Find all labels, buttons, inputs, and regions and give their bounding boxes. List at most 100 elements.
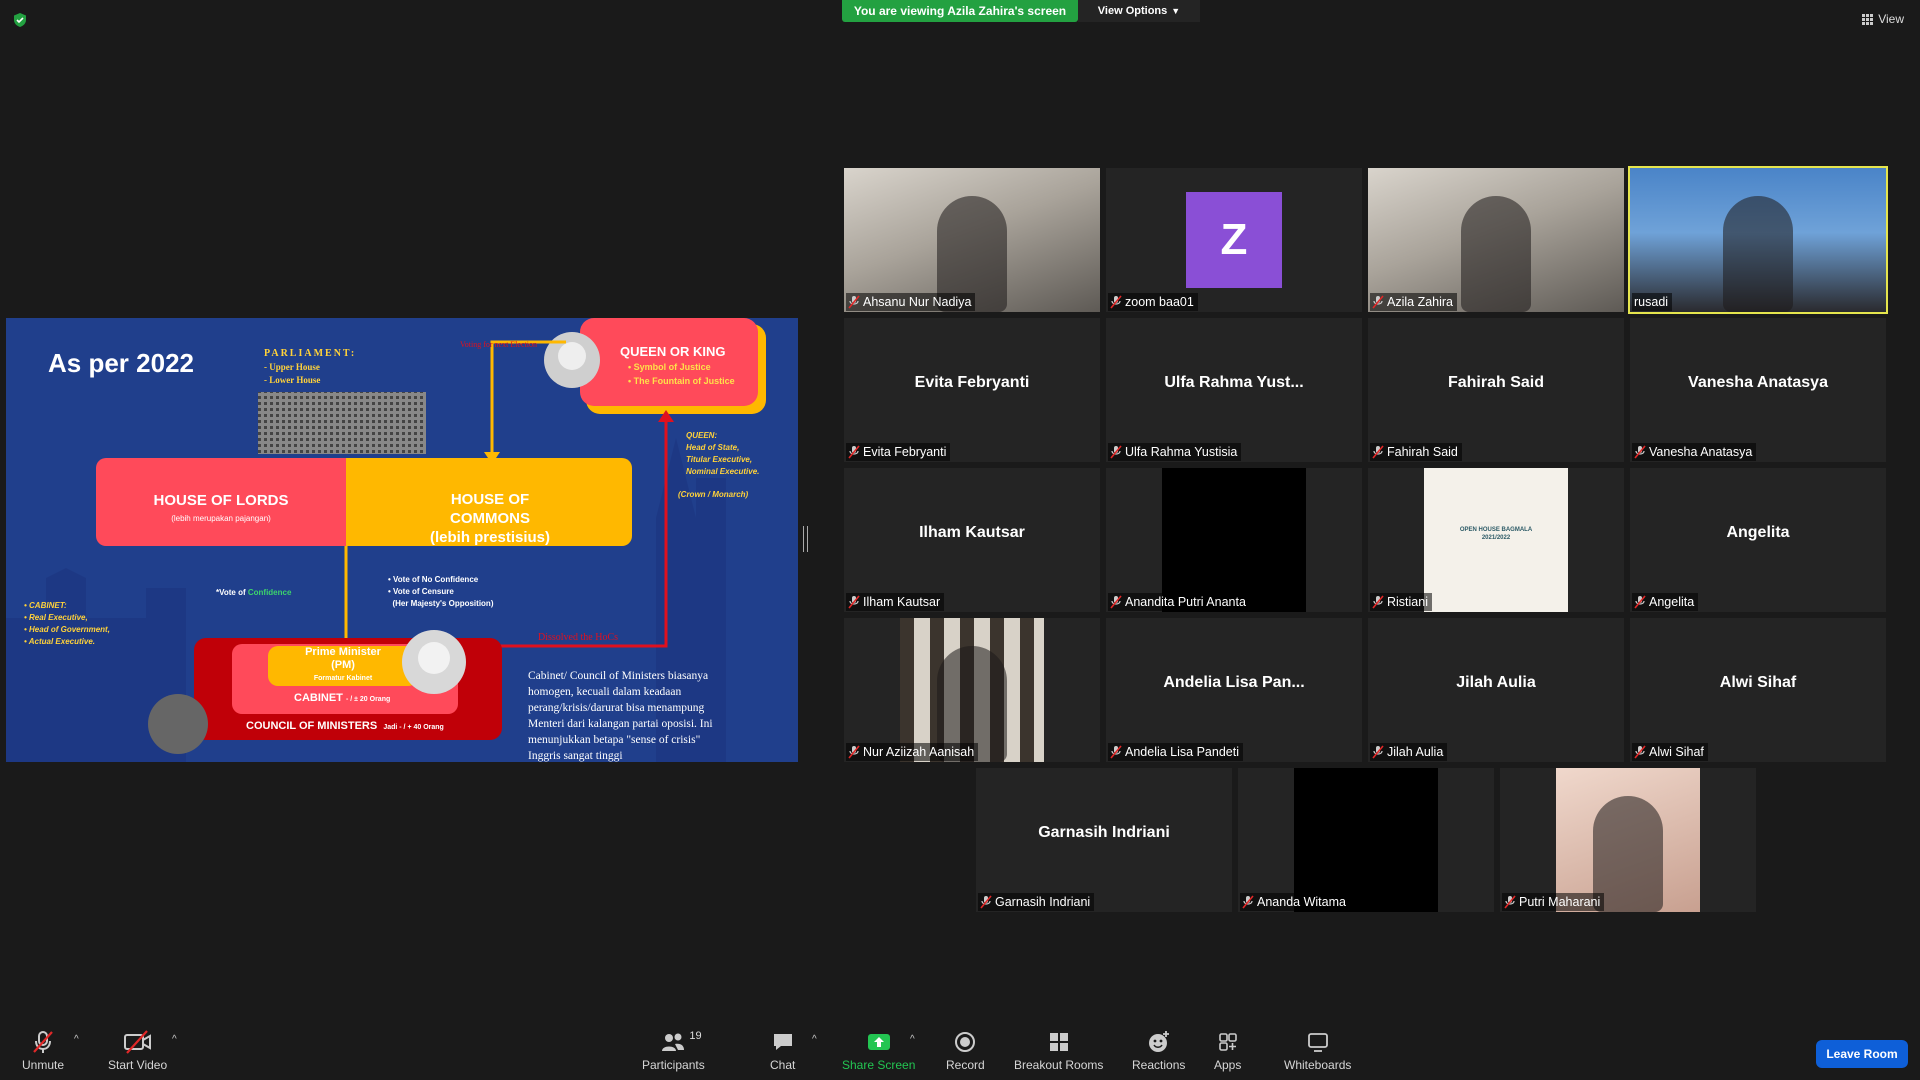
poster-text: OPEN HOUSE BAGMALA 2021/2022 <box>1459 527 1533 541</box>
participant-tile[interactable]: Putri Maharani <box>1500 768 1756 912</box>
participant-name: Ananda Witama <box>1257 895 1346 909</box>
chat-options-caret[interactable]: ^ <box>812 1034 817 1045</box>
audio-options-caret[interactable]: ^ <box>74 1034 79 1045</box>
participant-video <box>844 168 1100 312</box>
record-button[interactable]: Record <box>946 1028 985 1072</box>
participant-name: Ulfa Rahma Yustisia <box>1125 445 1238 459</box>
view-button[interactable]: View <box>1862 12 1904 26</box>
participant-tile[interactable]: rusadi <box>1628 166 1888 314</box>
security-shield-icon[interactable] <box>12 12 28 28</box>
participant-display-name: Fahirah Said <box>1447 374 1545 391</box>
apps-label: Apps <box>1214 1058 1242 1072</box>
participant-tile[interactable]: Garnasih Indriani Garnasih Indriani <box>976 768 1232 912</box>
cabinet-list: • CABINET: • Real Executive, • Head of G… <box>24 601 110 646</box>
muted-mic-icon <box>848 445 860 459</box>
participant-name: Jilah Aulia <box>1387 745 1444 759</box>
whiteboards-button[interactable]: Whiteboards <box>1284 1028 1351 1072</box>
breakout-rooms-icon <box>1049 1033 1068 1051</box>
start-video-button[interactable]: Start Video <box>108 1028 167 1072</box>
participant-tile[interactable]: Fahirah Said Fahirah Said <box>1368 318 1624 462</box>
participant-video <box>1630 168 1886 312</box>
participant-name-label: Andelia Lisa Pandeti <box>1108 743 1243 761</box>
participant-tile[interactable]: Andelia Lisa Pan... Andelia Lisa Pandeti <box>1106 618 1362 762</box>
participant-tile[interactable]: Vanesha Anatasya Vanesha Anatasya <box>1630 318 1886 462</box>
participant-tile[interactable]: Azila Zahira <box>1368 168 1624 312</box>
muted-mic-icon <box>1110 745 1122 759</box>
shared-screen-slide: As per 2022 PARLIAMENT: - Upper House - … <box>6 318 798 762</box>
participant-tile[interactable]: Ananda Witama <box>1238 768 1494 912</box>
participant-video <box>1368 168 1624 312</box>
participant-tile[interactable]: Evita Febryanti Evita Febryanti <box>844 318 1100 462</box>
dissolved-label: Dissolved the HoCs <box>538 632 618 643</box>
voting-note: Voting for next Election <box>460 340 537 349</box>
viewing-screen-banner: You are viewing Azila Zahira's screen <box>842 0 1078 22</box>
whiteboard-icon <box>1307 1033 1328 1052</box>
participant-name: Nur Aziizah Aanisah <box>863 745 975 759</box>
queen-item: • The Fountain of Justice <box>628 376 735 386</box>
participant-name-label: Jilah Aulia <box>1370 743 1448 761</box>
participant-tile[interactable]: Ulfa Rahma Yust... Ulfa Rahma Yustisia <box>1106 318 1362 462</box>
participant-video-blank <box>1162 468 1306 612</box>
parliament-item: - Upper House <box>264 362 320 372</box>
participant-video-blank <box>1294 768 1438 912</box>
participant-display-name: Ulfa Rahma Yust... <box>1164 374 1304 391</box>
parliament-item: - Lower House <box>264 375 321 385</box>
pm-box: Prime Minister (PM) Formatur Kabinet <box>305 646 381 682</box>
participant-tile[interactable]: Ahsanu Nur Nadiya <box>844 168 1100 312</box>
participant-display-name: Evita Febryanti <box>914 374 1030 391</box>
panel-resize-handle[interactable] <box>803 526 808 552</box>
cabinet-label: CABINET - / ± 20 Orang <box>294 692 391 704</box>
apps-icon <box>1218 1033 1237 1051</box>
leave-room-button[interactable]: Leave Room <box>1816 1040 1908 1068</box>
participant-name-label: Ananda Witama <box>1240 893 1350 911</box>
participant-tile[interactable]: Zzoom baa01 <box>1106 168 1362 312</box>
participant-tile[interactable]: Anandita Putri Ananta <box>1106 468 1362 612</box>
video-options-caret[interactable]: ^ <box>172 1034 177 1045</box>
muted-mic-icon <box>1372 595 1384 609</box>
muted-mic-icon <box>848 745 860 759</box>
unmute-button[interactable]: Unmute <box>22 1028 64 1072</box>
chat-button[interactable]: Chat <box>770 1028 795 1072</box>
record-label: Record <box>946 1058 985 1072</box>
participant-name-label: Putri Maharani <box>1502 893 1605 911</box>
participant-tile[interactable]: Ilham Kautsar Ilham Kautsar <box>844 468 1100 612</box>
meeting-toolbar: Unmute ^ Start Video ^ 19 Participants C… <box>0 1020 1920 1080</box>
queen-list: QUEEN: Head of State, Titular Executive,… <box>686 431 760 476</box>
participant-name: Vanesha Anatasya <box>1649 445 1753 459</box>
participant-name-label: Garnasih Indriani <box>978 893 1095 911</box>
breakout-rooms-button[interactable]: Breakout Rooms <box>1014 1028 1103 1072</box>
participants-button[interactable]: 19 Participants <box>642 1028 705 1072</box>
participant-name: Ahsanu Nur Nadiya <box>863 295 972 309</box>
muted-mic-icon <box>1110 445 1122 459</box>
person-silhouette <box>1723 196 1793 312</box>
participant-name: Ristiani <box>1387 595 1428 609</box>
share-screen-button[interactable]: Share Screen <box>842 1028 915 1072</box>
view-options-label: View Options <box>1097 5 1168 17</box>
participant-tile[interactable]: Angelita Angelita <box>1630 468 1886 612</box>
participant-name-label: Ulfa Rahma Yustisia <box>1108 443 1242 461</box>
participant-tile[interactable]: Alwi Sihaf Alwi Sihaf <box>1630 618 1886 762</box>
participant-name-label: Ristiani <box>1370 593 1432 611</box>
participant-name-label: Azila Zahira <box>1370 293 1457 311</box>
participant-name: Ilham Kautsar <box>863 595 941 609</box>
participant-name-label: Fahirah Said <box>1370 443 1462 461</box>
participant-tile[interactable]: OPEN HOUSE BAGMALA 2021/2022 Ristiani <box>1368 468 1624 612</box>
council-label: COUNCIL OF MINISTERS Jadi - / + 40 Orang <box>246 720 444 732</box>
apps-button[interactable]: Apps <box>1214 1028 1241 1072</box>
view-options-button[interactable]: View Options ▼ <box>1078 0 1200 22</box>
muted-mic-icon <box>1504 895 1516 909</box>
queen-item: • Symbol of Justice <box>628 362 711 372</box>
participant-video <box>900 618 1044 762</box>
participants-count: 19 <box>689 1030 702 1042</box>
vote-list: • Vote of No Confidence • Vote of Censur… <box>388 575 494 608</box>
reactions-button[interactable]: Reactions <box>1132 1028 1185 1072</box>
participant-display-name: Angelita <box>1726 524 1790 541</box>
share-screen-icon <box>867 1034 890 1050</box>
participant-tile[interactable]: Jilah Aulia Jilah Aulia <box>1368 618 1624 762</box>
participant-name: Putri Maharani <box>1519 895 1601 909</box>
muted-mic-icon <box>848 295 860 309</box>
share-options-caret[interactable]: ^ <box>910 1034 915 1045</box>
muted-mic-icon <box>1634 745 1646 759</box>
participant-tile[interactable]: Nur Aziizah Aanisah <box>844 618 1100 762</box>
start-video-label: Start Video <box>108 1058 168 1072</box>
